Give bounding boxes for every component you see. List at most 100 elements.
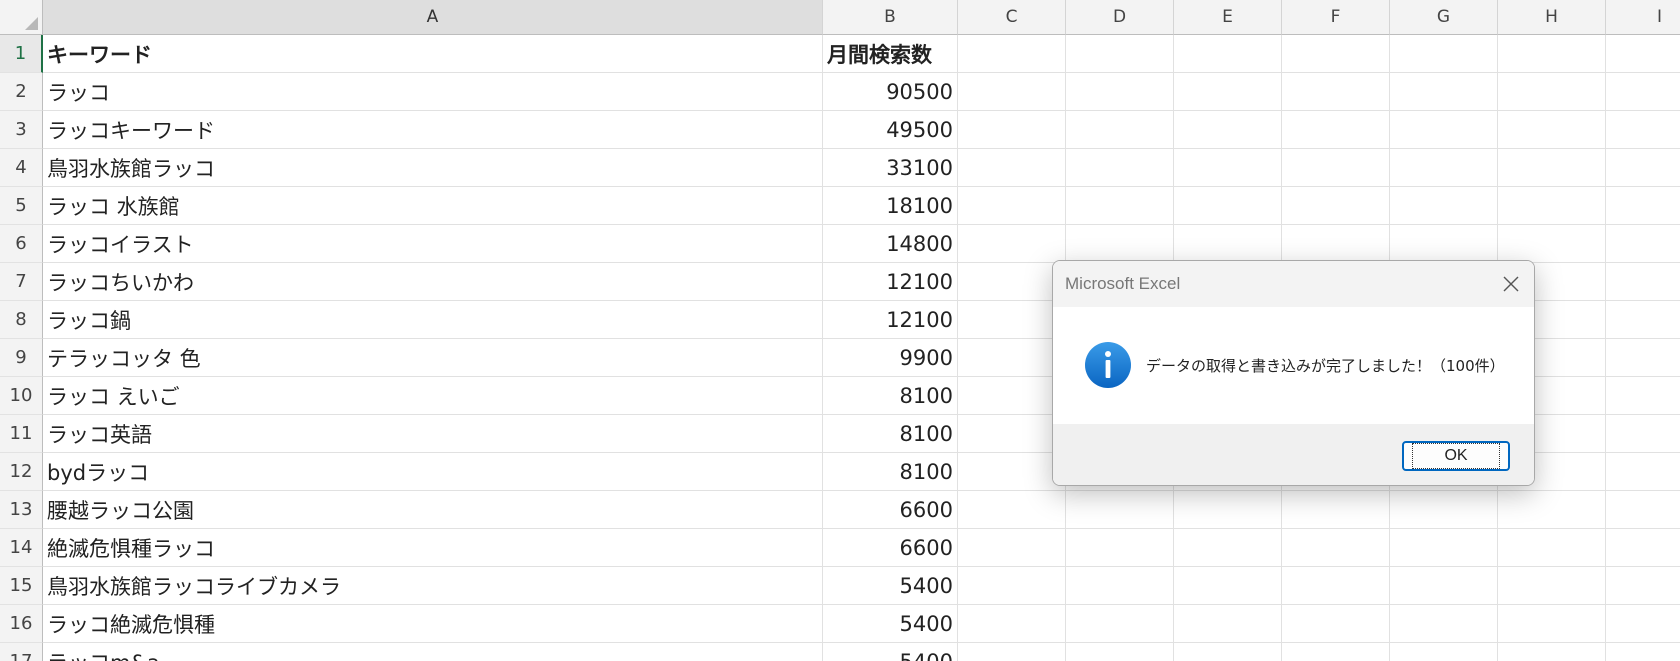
empty-cell[interactable] (1498, 225, 1606, 263)
search-volume-cell[interactable]: 8100 (823, 377, 958, 415)
row-header[interactable]: 12 (0, 453, 43, 491)
column-header-g[interactable]: G (1390, 0, 1498, 35)
search-volume-cell[interactable]: 18100 (823, 187, 958, 225)
empty-cell[interactable] (1174, 567, 1282, 605)
keyword-cell[interactable]: テラッコッタ 色 (43, 339, 823, 377)
empty-cell[interactable] (1282, 643, 1390, 661)
row-header[interactable]: 4 (0, 149, 43, 187)
empty-cell[interactable] (1282, 529, 1390, 567)
empty-cell[interactable] (1606, 491, 1680, 529)
empty-cell[interactable] (1174, 643, 1282, 661)
empty-cell[interactable] (1390, 149, 1498, 187)
empty-cell[interactable] (1066, 111, 1174, 149)
empty-cell[interactable] (958, 263, 1066, 301)
empty-cell[interactable] (1174, 187, 1282, 225)
keyword-cell[interactable]: bydラッコ (43, 453, 823, 491)
empty-cell[interactable] (1066, 187, 1174, 225)
empty-cell[interactable] (1606, 149, 1680, 187)
search-volume-cell[interactable]: 90500 (823, 73, 958, 111)
search-volume-cell[interactable]: 8100 (823, 453, 958, 491)
dialog-title-bar[interactable]: Microsoft Excel (1053, 261, 1534, 307)
column-header-a[interactable]: A (43, 0, 823, 35)
row-header[interactable]: 15 (0, 567, 43, 605)
row-header[interactable]: 14 (0, 529, 43, 567)
search-volume-cell[interactable]: 6600 (823, 491, 958, 529)
empty-cell[interactable] (1066, 605, 1174, 643)
empty-cell[interactable] (1174, 605, 1282, 643)
empty-cell[interactable] (1066, 529, 1174, 567)
empty-cell[interactable] (1390, 643, 1498, 661)
empty-cell[interactable] (958, 415, 1066, 453)
empty-cell[interactable] (1606, 529, 1680, 567)
empty-cell[interactable] (1174, 111, 1282, 149)
column-header-c[interactable]: C (958, 0, 1066, 35)
keyword-cell[interactable]: ラッコm&a (43, 643, 823, 661)
empty-cell[interactable] (1390, 491, 1498, 529)
empty-cell[interactable] (1282, 73, 1390, 111)
empty-cell[interactable] (1390, 73, 1498, 111)
row-header[interactable]: 9 (0, 339, 43, 377)
empty-cell[interactable] (1282, 605, 1390, 643)
empty-cell[interactable] (1606, 187, 1680, 225)
keyword-cell[interactable]: 絶滅危惧種ラッコ (43, 529, 823, 567)
empty-cell[interactable] (1498, 643, 1606, 661)
empty-cell[interactable] (1066, 491, 1174, 529)
empty-cell[interactable] (958, 149, 1066, 187)
empty-cell[interactable] (1606, 377, 1680, 415)
empty-cell[interactable] (1606, 643, 1680, 661)
empty-cell[interactable] (1282, 35, 1390, 73)
keyword-cell[interactable]: ラッコ絶滅危惧種 (43, 605, 823, 643)
empty-cell[interactable] (1282, 567, 1390, 605)
empty-cell[interactable] (1606, 605, 1680, 643)
row-header[interactable]: 5 (0, 187, 43, 225)
empty-cell[interactable] (1174, 35, 1282, 73)
empty-cell[interactable] (958, 339, 1066, 377)
empty-cell[interactable] (1606, 263, 1680, 301)
empty-cell[interactable] (1282, 225, 1390, 263)
empty-cell[interactable] (1390, 187, 1498, 225)
search-volume-cell[interactable]: 9900 (823, 339, 958, 377)
empty-cell[interactable] (1066, 35, 1174, 73)
column-header-d[interactable]: D (1066, 0, 1174, 35)
row-header[interactable]: 10 (0, 377, 43, 415)
empty-cell[interactable] (1498, 149, 1606, 187)
empty-cell[interactable] (1066, 225, 1174, 263)
keyword-cell[interactable]: 腰越ラッコ公園 (43, 491, 823, 529)
keyword-cell[interactable]: ラッコちいかわ (43, 263, 823, 301)
empty-cell[interactable] (1606, 567, 1680, 605)
empty-cell[interactable] (958, 225, 1066, 263)
empty-cell[interactable] (958, 187, 1066, 225)
search-volume-cell[interactable]: 49500 (823, 111, 958, 149)
keyword-cell[interactable]: ラッコ (43, 73, 823, 111)
empty-cell[interactable] (1606, 301, 1680, 339)
empty-cell[interactable] (1066, 73, 1174, 111)
empty-cell[interactable] (1066, 643, 1174, 661)
empty-cell[interactable] (1498, 35, 1606, 73)
empty-cell[interactable] (1390, 605, 1498, 643)
empty-cell[interactable] (958, 301, 1066, 339)
empty-cell[interactable] (1498, 567, 1606, 605)
keyword-cell[interactable]: 鳥羽水族館ラッコライブカメラ (43, 567, 823, 605)
row-header[interactable]: 11 (0, 415, 43, 453)
keyword-cell[interactable]: ラッコイラスト (43, 225, 823, 263)
search-volume-cell[interactable]: 5400 (823, 605, 958, 643)
row-header[interactable]: 2 (0, 73, 43, 111)
empty-cell[interactable] (1498, 605, 1606, 643)
volume-column-header-cell[interactable]: 月間検索数 (823, 35, 958, 73)
empty-cell[interactable] (1066, 567, 1174, 605)
empty-cell[interactable] (958, 491, 1066, 529)
column-header-f[interactable]: F (1282, 0, 1390, 35)
keyword-cell[interactable]: 鳥羽水族館ラッコ (43, 149, 823, 187)
empty-cell[interactable] (1282, 187, 1390, 225)
empty-cell[interactable] (1174, 491, 1282, 529)
search-volume-cell[interactable]: 14800 (823, 225, 958, 263)
keyword-cell[interactable]: ラッコ 水族館 (43, 187, 823, 225)
keyword-cell[interactable]: ラッコキーワード (43, 111, 823, 149)
empty-cell[interactable] (1498, 491, 1606, 529)
empty-cell[interactable] (1390, 225, 1498, 263)
empty-cell[interactable] (1606, 339, 1680, 377)
empty-cell[interactable] (958, 567, 1066, 605)
row-header[interactable]: 8 (0, 301, 43, 339)
search-volume-cell[interactable]: 8100 (823, 415, 958, 453)
keyword-cell[interactable]: ラッコ英語 (43, 415, 823, 453)
